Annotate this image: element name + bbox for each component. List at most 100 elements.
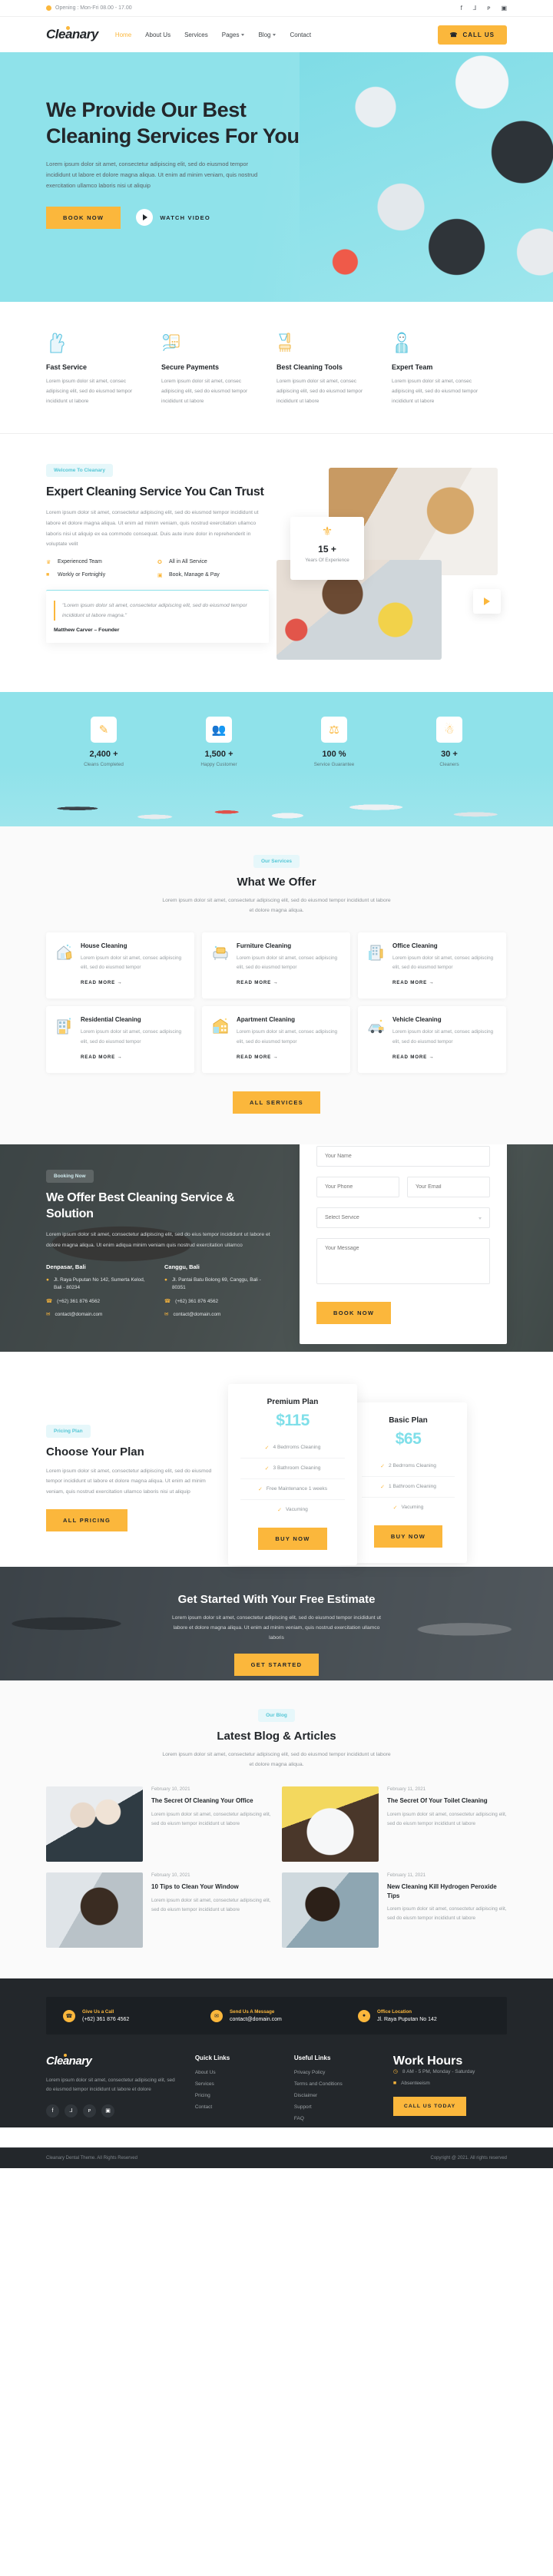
check-icon: ✓ [264, 1445, 270, 1451]
service-card-office-cleaning[interactable]: Office Cleaning Lorem ipsum dolor sit am… [358, 932, 506, 999]
footer-link[interactable]: Privacy Policy [294, 2070, 379, 2075]
blog-subtitle: Lorem ipsum dolor sit amet, consectetur … [162, 1751, 391, 1767]
check-icon: ✓ [380, 1484, 385, 1490]
message-textarea[interactable] [316, 1237, 490, 1284]
location-icon: ● [358, 2009, 370, 2022]
footer-useful-links: Useful Links Privacy Policy Terms and Co… [294, 2055, 379, 2127]
watch-video-button[interactable]: WATCH VIDEO [136, 209, 210, 227]
footer: Cleanary Lorem ipsum dolor sit amet, con… [0, 2035, 553, 2127]
all-services-button[interactable]: ALL SERVICES [233, 1091, 320, 1114]
nav-links: Home About Us Services Pages Blog Contac… [115, 31, 311, 38]
check-icon: ✓ [264, 1465, 270, 1472]
pinterest-icon[interactable]: ᴘ [83, 2104, 96, 2117]
about-pill: Welcome To Cleanary [46, 463, 113, 477]
service-card-house-cleaning[interactable]: House Cleaning Lorem ipsum dolor sit ame… [46, 932, 194, 999]
footer-logo-text: Cleanary [46, 2055, 92, 2068]
instagram-icon[interactable]: ▣ [501, 5, 507, 12]
check-item: ■ Workly or Fortnighly [46, 572, 157, 578]
footer-link[interactable]: About Us [195, 2070, 280, 2075]
experience-caption: Years Of Experience [305, 557, 349, 563]
footer-link[interactable]: Contact [195, 2104, 280, 2110]
contact-message[interactable]: ✉ Send Us A Message contact@domain.com [210, 2009, 343, 2022]
name-input[interactable] [316, 1145, 490, 1167]
email-input[interactable] [407, 1176, 490, 1197]
nav-item-services[interactable]: Services [184, 31, 208, 38]
blog-post[interactable]: February 10, 2021 The Secret Of Cleaning… [46, 1786, 271, 1862]
service-card-residential-cleaning[interactable]: Residential Cleaning Lorem ipsum dolor s… [46, 1006, 194, 1073]
facebook-icon[interactable]: f [461, 5, 462, 12]
office-cleaning-icon [367, 942, 386, 962]
footer-link[interactable]: Terms and Conditions [294, 2081, 379, 2087]
check-label: Book, Manage & Pay [169, 572, 220, 578]
call-us-today-button[interactable]: CALL US TODAY [392, 2097, 467, 2116]
feature-title: Expert Team [392, 363, 433, 371]
footer-link[interactable]: Disclaimer [294, 2093, 379, 2098]
service-card-apartment-cleaning[interactable]: Apartment Cleaning Lorem ipsum dolor sit… [202, 1006, 350, 1073]
footer-logo[interactable]: Cleanary [46, 2054, 92, 2068]
hero-book-now-button[interactable]: BOOK NOW [46, 206, 121, 229]
footer-link[interactable]: Services [195, 2081, 280, 2087]
about-gallery: ⚜ 15 + Years Of Experience [276, 462, 507, 661]
contact-location[interactable]: ● Office Location Jl. Raya Puputan No 14… [358, 2009, 490, 2022]
blog-section: Our Blog Latest Blog & Articles Lorem ip… [0, 1680, 553, 1978]
service-text: Lorem ipsum dolor sit amet, consec adipi… [237, 955, 338, 971]
call-us-button[interactable]: ☎ CALL US [437, 25, 507, 45]
play-icon [136, 209, 154, 227]
phone-input[interactable] [316, 1176, 399, 1197]
check-icon: ✓ [257, 1486, 263, 1492]
footer-link[interactable]: FAQ [294, 2116, 379, 2121]
brush-icon [276, 331, 296, 354]
read-more-link[interactable]: READ MORE → [237, 1055, 279, 1060]
nav-item-contact[interactable]: Contact [290, 31, 311, 38]
pricing-title: Choose Your Plan [46, 1445, 144, 1459]
residential-cleaning-icon [55, 1016, 74, 1036]
feature-best-cleaning-tools: Best Cleaning Tools Lorem ipsum dolor si… [276, 331, 392, 407]
nav-item-pages[interactable]: Pages [222, 31, 245, 38]
service-title: Furniture Cleaning [237, 942, 292, 950]
read-more-link[interactable]: READ MORE → [81, 980, 123, 985]
plan-buy-button[interactable]: BUY NOW [373, 1525, 443, 1548]
chevron-down-icon [273, 33, 276, 36]
services-pill: Our Services [253, 854, 300, 868]
blog-post[interactable]: February 10, 2021 10 Tips to Clean Your … [46, 1872, 271, 1948]
plan-premium: Premium Plan $115 ✓ 4 Bedrroms Cleaning ✓… [228, 1383, 357, 1565]
site-logo[interactable]: Cleanary [46, 26, 98, 42]
read-more-link[interactable]: READ MORE → [392, 980, 435, 985]
plan-basic: Basic Plan $65 ✓ 2 Bedrroms Cleaning ✓ 1 B… [349, 1402, 467, 1563]
all-pricing-button[interactable]: ALL PRICING [46, 1508, 128, 1531]
top-bar-social: f ⅃ ᴘ ▣ [461, 5, 507, 12]
plan-buy-button[interactable]: BUY NOW [258, 1527, 327, 1550]
footer-link[interactable]: Support [294, 2104, 379, 2110]
nav-item-home[interactable]: Home [115, 31, 131, 38]
booking-submit-button[interactable]: BOOK NOW [316, 1301, 392, 1324]
twitter-icon[interactable]: ⅃ [65, 2104, 78, 2117]
office-email: contact@domain.com [173, 1312, 221, 1318]
blog-post-image [46, 1872, 143, 1948]
instagram-icon[interactable]: ▣ [101, 2104, 114, 2117]
service-card-vehicle-cleaning[interactable]: Vehicle Cleaning Lorem ipsum dolor sit a… [358, 1006, 506, 1073]
footer-link[interactable]: Pricing [195, 2093, 280, 2098]
blog-post[interactable]: February 11, 2021 New Cleaning Kill Hydr… [282, 1872, 507, 1948]
opening-hours-label: Opening : Mon-Fri 08.00 - 17.00 [55, 5, 132, 11]
twitter-icon[interactable]: ⅃ [473, 5, 476, 12]
facebook-icon[interactable]: f [46, 2104, 59, 2117]
blog-post-date: February 11, 2021 [387, 1786, 426, 1792]
pinterest-icon[interactable]: ᴘ [487, 5, 490, 12]
get-started-button[interactable]: GET STARTED [233, 1653, 320, 1676]
glove-icon [46, 331, 66, 354]
read-more-link[interactable]: READ MORE → [81, 1055, 123, 1060]
read-more-link[interactable]: READ MORE → [237, 980, 279, 985]
blog-post[interactable]: February 11, 2021 The Secret Of Your Toi… [282, 1786, 507, 1862]
read-more-link[interactable]: READ MORE → [392, 1055, 435, 1060]
furniture-cleaning-icon [211, 942, 230, 962]
nav-item-about-us[interactable]: About Us [145, 31, 171, 38]
service-card-furniture-cleaning[interactable]: Furniture Cleaning Lorem ipsum dolor sit… [202, 932, 350, 999]
contact-call[interactable]: ☎ Give Us a Call (+62) 361 876 4562 [63, 2009, 195, 2022]
nav-item-blog[interactable]: Blog [258, 31, 276, 38]
location-icon: ● [46, 1276, 49, 1283]
footer-column-title: Quick Links [194, 2055, 230, 2061]
about-play-button[interactable] [473, 588, 501, 614]
stat-value: 30 + [441, 749, 458, 759]
service-select[interactable] [316, 1207, 490, 1228]
copyright-bar: Cleanary Dental Theme. All Rights Reserv… [0, 2147, 553, 2168]
